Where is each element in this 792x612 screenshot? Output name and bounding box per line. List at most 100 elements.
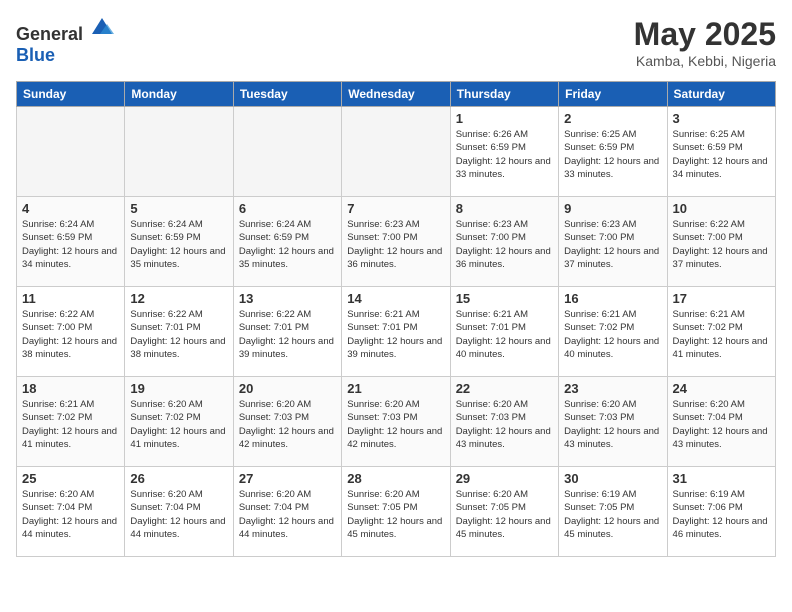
day-number: 19: [130, 381, 227, 396]
day-number: 18: [22, 381, 119, 396]
empty-cell: [125, 107, 233, 197]
day-info: Sunrise: 6:21 AMSunset: 7:01 PMDaylight:…: [456, 308, 553, 361]
day-info: Sunrise: 6:20 AMSunset: 7:03 PMDaylight:…: [347, 398, 444, 451]
day-cell-7: 7 Sunrise: 6:23 AMSunset: 7:00 PMDaylight…: [342, 197, 450, 287]
header-monday: Monday: [125, 82, 233, 107]
day-info: Sunrise: 6:23 AMSunset: 7:00 PMDaylight:…: [564, 218, 661, 271]
day-cell-24: 24Sunrise: 6:20 AMSunset: 7:04 PMDayligh…: [667, 377, 775, 467]
day-number: 7: [347, 201, 444, 216]
week-row-3: 11 Sunrise: 6:22 AMSunset: 7:00 PMDayligh…: [17, 287, 776, 377]
day-number: 30: [564, 471, 661, 486]
day-info: Sunrise: 6:20 AMSunset: 7:03 PMDaylight:…: [239, 398, 336, 451]
day-cell-16: 16Sunrise: 6:21 AMSunset: 7:02 PMDayligh…: [559, 287, 667, 377]
day-number: 5: [130, 201, 227, 216]
header-saturday: Saturday: [667, 82, 775, 107]
day-cell-28: 28 Sunrise: 6:20 AMSunset: 7:05 PMDayligh…: [342, 467, 450, 557]
day-cell-26: 26 Sunrise: 6:20 AMSunset: 7:04 PMDayligh…: [125, 467, 233, 557]
header-friday: Friday: [559, 82, 667, 107]
day-info: Sunrise: 6:19 AMSunset: 7:06 PMDaylight:…: [673, 488, 770, 541]
day-info: Sunrise: 6:22 AMSunset: 7:00 PMDaylight:…: [22, 308, 119, 361]
day-cell-11: 11 Sunrise: 6:22 AMSunset: 7:00 PMDayligh…: [17, 287, 125, 377]
day-number: 6: [239, 201, 336, 216]
day-cell-13: 13 Sunrise: 6:22 AMSunset: 7:01 PMDayligh…: [233, 287, 341, 377]
page-header: General Blue May 2025 Kamba, Kebbi, Nige…: [16, 16, 776, 69]
day-number: 2: [564, 111, 661, 126]
day-cell-1: 1 Sunrise: 6:26 AMSunset: 6:59 PMDaylight…: [450, 107, 558, 197]
header-sunday: Sunday: [17, 82, 125, 107]
day-cell-10: 10Sunrise: 6:22 AMSunset: 7:00 PMDayligh…: [667, 197, 775, 287]
day-cell-19: 19 Sunrise: 6:20 AMSunset: 7:02 PMDayligh…: [125, 377, 233, 467]
day-cell-14: 14 Sunrise: 6:21 AMSunset: 7:01 PMDayligh…: [342, 287, 450, 377]
day-info: Sunrise: 6:20 AMSunset: 7:03 PMDaylight:…: [564, 398, 661, 451]
day-cell-8: 8Sunrise: 6:23 AMSunset: 7:00 PMDaylight…: [450, 197, 558, 287]
day-info: Sunrise: 6:25 AMSunset: 6:59 PMDaylight:…: [673, 128, 770, 181]
day-number: 24: [673, 381, 770, 396]
day-info: Sunrise: 6:20 AMSunset: 7:04 PMDaylight:…: [130, 488, 227, 541]
day-cell-21: 21 Sunrise: 6:20 AMSunset: 7:03 PMDayligh…: [342, 377, 450, 467]
day-info: Sunrise: 6:20 AMSunset: 7:04 PMDaylight:…: [22, 488, 119, 541]
month-year-title: May 2025: [634, 16, 776, 53]
header-thursday: Thursday: [450, 82, 558, 107]
week-row-4: 18 Sunrise: 6:21 AMSunset: 7:02 PMDayligh…: [17, 377, 776, 467]
day-cell-23: 23Sunrise: 6:20 AMSunset: 7:03 PMDayligh…: [559, 377, 667, 467]
day-number: 13: [239, 291, 336, 306]
week-row-2: 4 Sunrise: 6:24 AMSunset: 6:59 PMDaylight…: [17, 197, 776, 287]
day-cell-30: 30 Sunrise: 6:19 AMSunset: 7:05 PMDayligh…: [559, 467, 667, 557]
day-info: Sunrise: 6:26 AMSunset: 6:59 PMDaylight:…: [456, 128, 553, 181]
day-number: 12: [130, 291, 227, 306]
day-info: Sunrise: 6:24 AMSunset: 6:59 PMDaylight:…: [22, 218, 119, 271]
day-info: Sunrise: 6:20 AMSunset: 7:04 PMDaylight:…: [239, 488, 336, 541]
day-number: 9: [564, 201, 661, 216]
day-info: Sunrise: 6:22 AMSunset: 7:01 PMDaylight:…: [239, 308, 336, 361]
location-subtitle: Kamba, Kebbi, Nigeria: [634, 53, 776, 69]
day-number: 14: [347, 291, 444, 306]
day-cell-31: 31 Sunrise: 6:19 AMSunset: 7:06 PMDayligh…: [667, 467, 775, 557]
header-tuesday: Tuesday: [233, 82, 341, 107]
day-cell-6: 6 Sunrise: 6:24 AMSunset: 6:59 PMDaylight…: [233, 197, 341, 287]
day-cell-27: 27 Sunrise: 6:20 AMSunset: 7:04 PMDayligh…: [233, 467, 341, 557]
day-number: 27: [239, 471, 336, 486]
day-cell-3: 3 Sunrise: 6:25 AMSunset: 6:59 PMDaylight…: [667, 107, 775, 197]
day-number: 1: [456, 111, 553, 126]
day-cell-25: 25 Sunrise: 6:20 AMSunset: 7:04 PMDayligh…: [17, 467, 125, 557]
day-info: Sunrise: 6:20 AMSunset: 7:05 PMDaylight:…: [347, 488, 444, 541]
day-cell-22: 22Sunrise: 6:20 AMSunset: 7:03 PMDayligh…: [450, 377, 558, 467]
day-number: 28: [347, 471, 444, 486]
day-cell-17: 17Sunrise: 6:21 AMSunset: 7:02 PMDayligh…: [667, 287, 775, 377]
day-info: Sunrise: 6:21 AMSunset: 7:01 PMDaylight:…: [347, 308, 444, 361]
day-cell-9: 9 Sunrise: 6:23 AMSunset: 7:00 PMDaylight…: [559, 197, 667, 287]
day-info: Sunrise: 6:23 AMSunset: 7:00 PMDaylight:…: [347, 218, 444, 271]
day-cell-12: 12Sunrise: 6:22 AMSunset: 7:01 PMDayligh…: [125, 287, 233, 377]
day-cell-29: 29Sunrise: 6:20 AMSunset: 7:05 PMDayligh…: [450, 467, 558, 557]
day-number: 11: [22, 291, 119, 306]
calendar-header-row: SundayMondayTuesdayWednesdayThursdayFrid…: [17, 82, 776, 107]
day-number: 3: [673, 111, 770, 126]
day-info: Sunrise: 6:20 AMSunset: 7:02 PMDaylight:…: [130, 398, 227, 451]
day-number: 4: [22, 201, 119, 216]
day-info: Sunrise: 6:24 AMSunset: 6:59 PMDaylight:…: [130, 218, 227, 271]
day-number: 22: [456, 381, 553, 396]
week-row-5: 25 Sunrise: 6:20 AMSunset: 7:04 PMDayligh…: [17, 467, 776, 557]
day-info: Sunrise: 6:21 AMSunset: 7:02 PMDaylight:…: [673, 308, 770, 361]
day-cell-4: 4 Sunrise: 6:24 AMSunset: 6:59 PMDaylight…: [17, 197, 125, 287]
day-number: 21: [347, 381, 444, 396]
day-info: Sunrise: 6:23 AMSunset: 7:00 PMDaylight:…: [456, 218, 553, 271]
day-cell-15: 15 Sunrise: 6:21 AMSunset: 7:01 PMDayligh…: [450, 287, 558, 377]
day-info: Sunrise: 6:24 AMSunset: 6:59 PMDaylight:…: [239, 218, 336, 271]
week-row-1: 1 Sunrise: 6:26 AMSunset: 6:59 PMDaylight…: [17, 107, 776, 197]
day-info: Sunrise: 6:25 AMSunset: 6:59 PMDaylight:…: [564, 128, 661, 181]
day-number: 25: [22, 471, 119, 486]
day-info: Sunrise: 6:22 AMSunset: 7:00 PMDaylight:…: [673, 218, 770, 271]
day-number: 31: [673, 471, 770, 486]
day-number: 26: [130, 471, 227, 486]
day-info: Sunrise: 6:19 AMSunset: 7:05 PMDaylight:…: [564, 488, 661, 541]
day-cell-18: 18 Sunrise: 6:21 AMSunset: 7:02 PMDayligh…: [17, 377, 125, 467]
logo-blue: Blue: [16, 45, 55, 65]
day-cell-5: 5 Sunrise: 6:24 AMSunset: 6:59 PMDaylight…: [125, 197, 233, 287]
empty-cell: [17, 107, 125, 197]
day-number: 15: [456, 291, 553, 306]
day-info: Sunrise: 6:21 AMSunset: 7:02 PMDaylight:…: [22, 398, 119, 451]
day-cell-2: 2 Sunrise: 6:25 AMSunset: 6:59 PMDaylight…: [559, 107, 667, 197]
logo: General Blue: [16, 16, 114, 66]
header-wednesday: Wednesday: [342, 82, 450, 107]
